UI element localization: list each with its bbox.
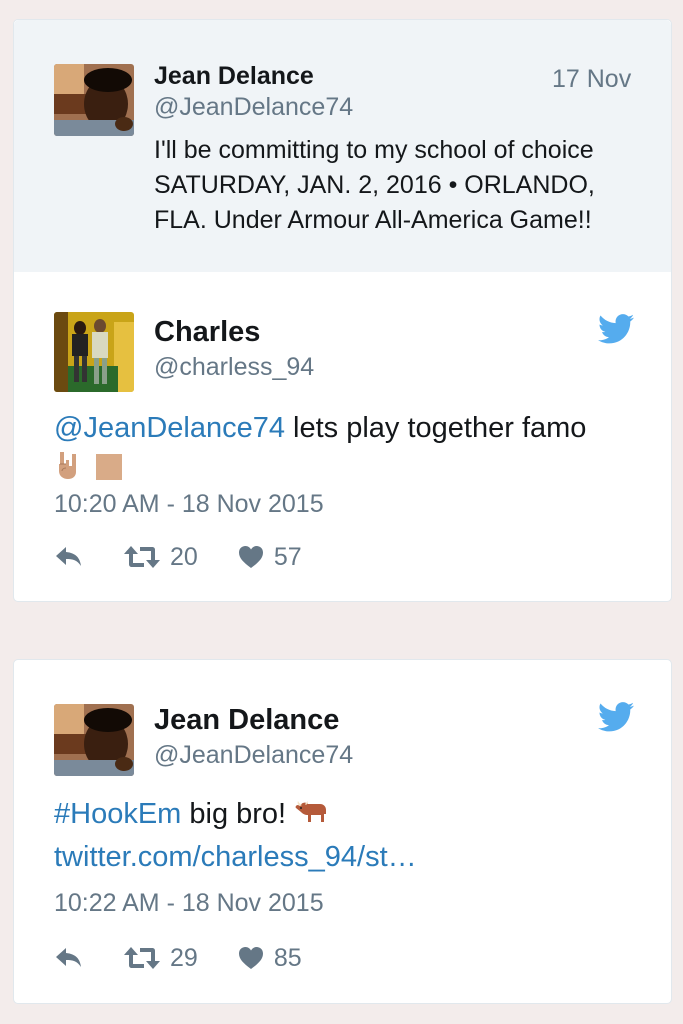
- avatar-jean-delance[interactable]: [54, 704, 134, 776]
- tweet-text-line: SATURDAY, JAN. 2, 2016 • ORLANDO,: [154, 171, 595, 199]
- tweet-text: @JeanDelance74 lets play together famo: [54, 407, 586, 492]
- tweet-text-line: I'll be committing to my school of choic…: [154, 136, 594, 164]
- tweet-actions: 20 57: [54, 542, 342, 572]
- author-name[interactable]: Jean Delance: [154, 704, 339, 737]
- avatar-charles[interactable]: [54, 312, 134, 392]
- heart-icon: [238, 946, 264, 970]
- like-button[interactable]: 57: [238, 543, 302, 572]
- author-name[interactable]: Jean Delance: [154, 62, 314, 91]
- author-handle[interactable]: @JeanDelance74: [154, 93, 353, 122]
- twitter-bird-icon[interactable]: [598, 702, 634, 732]
- reply-button[interactable]: [54, 545, 84, 569]
- author-name[interactable]: Charles: [154, 316, 260, 349]
- tweet-text-body: big bro!: [181, 798, 295, 830]
- tweet-timestamp[interactable]: 10:22 AM - 18 Nov 2015: [54, 889, 324, 918]
- quoted-tweet-text: I'll be committing to my school of choic…: [154, 133, 634, 238]
- skin-tone-modifier-emoji: [96, 450, 123, 492]
- retweet-button[interactable]: 20: [124, 543, 198, 572]
- tweet-date[interactable]: 17 Nov: [552, 65, 631, 94]
- retweet-count: 20: [170, 542, 198, 571]
- like-count: 85: [273, 943, 302, 972]
- author-handle[interactable]: @charless_94: [154, 353, 314, 382]
- tweet-text-line: FLA. Under Armour All-America Game!!: [154, 206, 592, 234]
- retweet-count: 29: [170, 943, 198, 972]
- like-button[interactable]: 85: [238, 944, 302, 973]
- tweet-timestamp[interactable]: 10:20 AM - 18 Nov 2015: [54, 490, 324, 519]
- sign-of-horns-emoji: [54, 450, 80, 492]
- retweet-button[interactable]: 29: [124, 944, 198, 973]
- reply-icon: [54, 946, 84, 970]
- in-reply-to-tweet[interactable]: Jean Delance @JeanDelance74 17 Nov I'll …: [14, 20, 671, 272]
- retweet-icon: [124, 945, 160, 971]
- tweet-card-charles[interactable]: Jean Delance @JeanDelance74 17 Nov I'll …: [13, 19, 672, 602]
- twitter-bird-icon[interactable]: [598, 314, 634, 344]
- ox-emoji: [294, 794, 328, 836]
- tweet-url-link[interactable]: twitter.com/charless_94/st…: [54, 841, 417, 873]
- reply-icon: [54, 545, 84, 569]
- mention-link[interactable]: @JeanDelance74: [54, 412, 285, 444]
- author-handle[interactable]: @JeanDelance74: [154, 741, 353, 770]
- tweet-text-body: lets play together famo: [284, 412, 587, 444]
- tweet-actions: 29 85: [54, 943, 342, 973]
- like-count: 57: [273, 542, 302, 571]
- heart-icon: [238, 545, 264, 569]
- reply-button[interactable]: [54, 946, 84, 970]
- tweet-text: #HookEm big bro! twitter.com/charless_94…: [54, 793, 417, 878]
- retweet-icon: [124, 544, 160, 570]
- avatar-jean-delance[interactable]: [54, 64, 134, 136]
- tweet-card-jean-delance[interactable]: Jean Delance @JeanDelance74 #HookEm big …: [13, 659, 672, 1004]
- hashtag-link[interactable]: #HookEm: [54, 798, 181, 830]
